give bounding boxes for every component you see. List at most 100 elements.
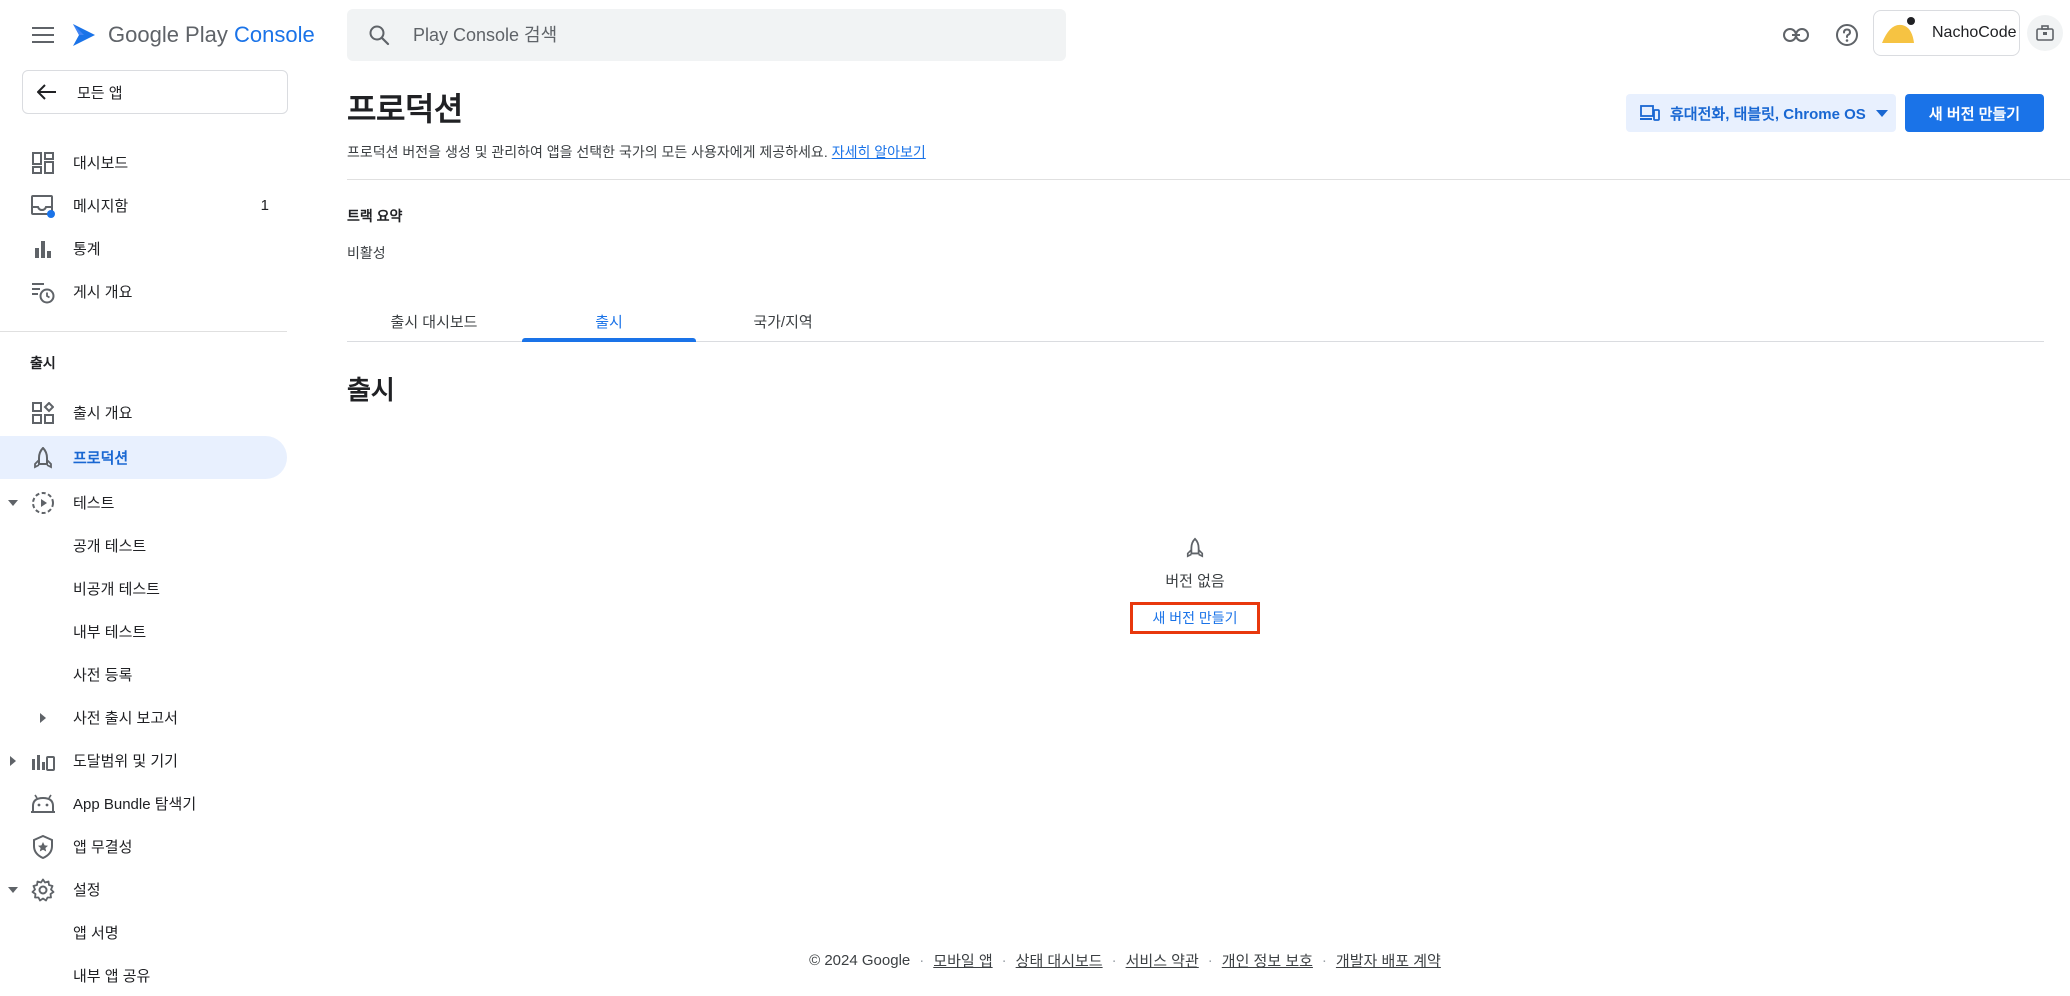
caret-down-icon [1875,107,1888,119]
sidebar-item-internal-testing[interactable]: 내부 테스트 [0,610,287,653]
footer: © 2024 Google · 모바일 앱 · 상태 대시보드 · 서비스 약관… [0,950,2070,971]
production-icon [1183,536,1207,560]
footer-separator: · [1111,952,1117,969]
all-apps-button[interactable]: 모든 앱 [22,70,288,114]
release-overview-icon [30,400,56,426]
sidebar-item-label: 공개 테스트 [73,538,147,555]
reach-devices-icon [30,748,56,774]
releases-section-title: 출시 [347,375,395,405]
learn-more-link[interactable]: 자세히 알아보기 [832,144,926,160]
sidebar-section-release: 출시 [30,355,56,371]
sidebar-item-label: 메시지함 [73,198,129,215]
sidebar-item-label: 설정 [73,882,101,899]
sidebar-item-closed-testing[interactable]: 비공개 테스트 [0,567,287,610]
production-icon [30,445,56,471]
sidebar-item-app-bundle-explorer[interactable]: App Bundle 탐색기 [0,782,287,825]
dashboard-icon [30,150,56,176]
search-bar[interactable] [347,9,1066,61]
device-filter-dropdown[interactable]: 휴대전화, 태블릿, Chrome OS [1626,94,1896,132]
tab-countries-regions[interactable]: 국가/지역 [696,300,870,342]
search-input[interactable] [413,24,1013,46]
sidebar-item-label: 앱 서명 [73,925,119,942]
footer-separator: · [1207,952,1213,969]
help-button[interactable] [1828,16,1866,54]
developer-avatar-icon [1882,17,1915,43]
chevron-down-icon[interactable] [6,883,20,897]
link-icon [1783,28,1809,42]
header-divider [347,179,2070,180]
sidebar-item-production[interactable]: 프로덕션 [0,436,287,479]
chevron-right-icon[interactable] [36,711,50,725]
sidebar-item-label: 프로덕션 [73,450,129,467]
app-bundle-icon [30,791,56,817]
chevron-right-icon[interactable] [6,754,20,768]
search-icon [365,21,393,49]
sidebar-item-release-overview[interactable]: 출시 개요 [0,391,287,434]
create-release-button[interactable]: 새 버전 만들기 [1905,94,2044,132]
play-console-logo-icon [73,24,95,46]
sidebar-item-app-integrity[interactable]: 앱 무결성 [0,825,287,868]
sidebar-item-label: 대시보드 [73,155,129,172]
settings-gear-icon [30,877,56,903]
arrow-back-icon [35,80,59,104]
sidebar-item-pre-registration[interactable]: 사전 등록 [0,653,287,696]
sidebar-item-inbox[interactable]: 메시지함 1 [0,184,287,227]
page-description-text: 프로덕션 버전을 생성 및 관리하여 앱을 선택한 국가의 모든 사용자에게 제… [347,144,828,160]
bar-chart-icon [30,236,56,262]
track-summary-status: 비활성 [347,245,386,261]
footer-separator: · [919,952,925,969]
footer-link-dda[interactable]: 개발자 배포 계약 [1336,950,1441,971]
sidebar-item-app-signing[interactable]: 앱 서명 [0,911,287,954]
devices-icon [1640,103,1660,123]
testing-icon [30,490,56,516]
sidebar-item-label: 내부 테스트 [73,624,147,641]
footer-separator: · [1321,952,1327,969]
account-switcher[interactable]: NachoCode [1873,10,2020,56]
page-title: 프로덕션 [347,91,463,127]
sidebar-item-testing[interactable]: 테스트 [0,481,287,524]
tab-releases[interactable]: 출시 [522,300,696,342]
sidebar-item-label: 사전 등록 [73,667,133,684]
sidebar-item-dashboard[interactable]: 대시보드 [0,141,287,184]
link-button[interactable] [1777,16,1815,54]
app-integrity-icon [30,834,56,860]
publishing-overview-icon [30,279,56,305]
sidebar-item-label: 테스트 [73,495,115,512]
sidebar-item-label: 통계 [73,241,101,258]
footer-separator: · [1001,952,1007,969]
footer-link-privacy[interactable]: 개인 정보 보호 [1222,950,1313,971]
empty-state-create-release-link[interactable]: 새 버전 만들기 [1130,602,1260,634]
sidebar-item-reach-devices[interactable]: 도달범위 및 기기 [0,739,287,782]
sidebar-item-label: 앱 무결성 [73,839,133,856]
sidebar-item-label: App Bundle 탐색기 [73,796,197,813]
avatar [1878,13,1918,53]
all-apps-label: 모든 앱 [77,84,123,102]
device-filter-label: 휴대전화, 태블릿, Chrome OS [1670,105,1866,123]
inbox-count-badge: 1 [260,197,269,214]
footer-copyright: © 2024 Google [809,952,911,969]
sidebar-item-label: 사전 출시 보고서 [73,710,178,727]
sidebar-item-statistics[interactable]: 통계 [0,227,287,270]
footer-link-status-dashboard[interactable]: 상태 대시보드 [1016,950,1103,971]
active-tab-indicator [522,338,696,342]
sidebar-item-label: 게시 개요 [73,284,133,301]
developer-account-button[interactable] [2027,15,2063,51]
inbox-icon [30,193,56,219]
play-console-logo[interactable]: Google Play Console [70,18,315,52]
sidebar-divider [0,331,287,332]
account-name: NachoCode [1932,24,2017,41]
chevron-down-icon[interactable] [6,496,20,510]
sidebar-item-publishing-overview[interactable]: 게시 개요 [0,270,287,313]
sidebar-item-open-testing[interactable]: 공개 테스트 [0,524,287,567]
logo-text: Google Play Console [108,22,315,47]
sidebar-item-settings[interactable]: 설정 [0,868,287,911]
page-description: 프로덕션 버전을 생성 및 관리하여 앱을 선택한 국가의 모든 사용자에게 제… [347,142,926,162]
footer-link-terms[interactable]: 서비스 약관 [1126,950,1199,971]
sidebar-item-label: 출시 개요 [73,405,133,422]
footer-link-mobile-app[interactable]: 모바일 앱 [933,950,992,971]
tab-release-dashboard[interactable]: 출시 대시보드 [347,300,521,342]
sidebar-item-pre-launch-report[interactable]: 사전 출시 보고서 [0,696,287,739]
help-icon [1836,24,1858,46]
menu-button[interactable] [26,18,60,52]
hamburger-menu-icon [32,27,54,43]
